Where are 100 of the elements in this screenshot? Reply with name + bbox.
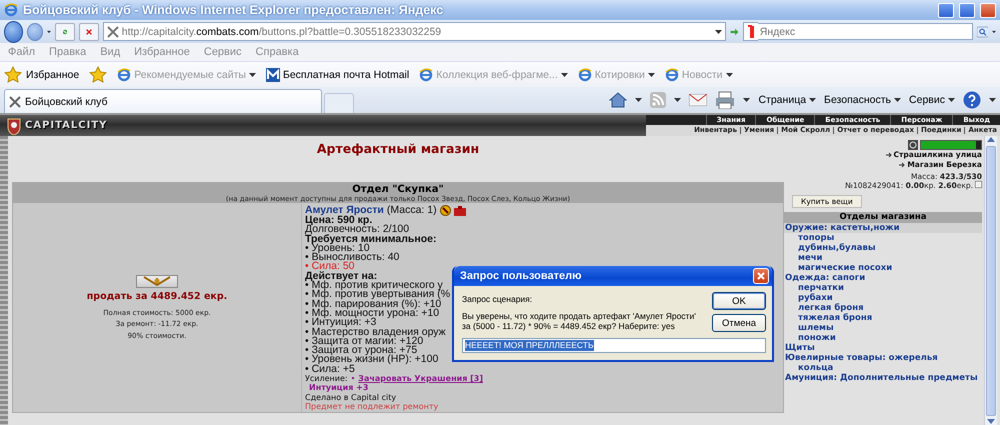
page-icon: [578, 68, 592, 82]
command-menu-button[interactable]: Безопасность: [824, 94, 902, 106]
minimize-button[interactable]: [938, 2, 954, 18]
department-link[interactable]: топоры: [784, 233, 982, 243]
department-link[interactable]: поножи: [784, 333, 982, 343]
browser-tab[interactable]: Бойцовский клуб: [4, 89, 322, 113]
item-property: Действует на:: [305, 272, 378, 282]
favorites-link[interactable]: Бесплатная почта Hotmail: [282, 68, 410, 80]
department-link[interactable]: Оружие: кастеты,ножи: [784, 223, 982, 233]
star-icon[interactable]: [4, 66, 22, 83]
crest-logo-icon: [6, 116, 22, 134]
enhancement-bonus: Интуиция +3: [308, 383, 368, 393]
enhancement-label: Усиление:: [305, 374, 348, 384]
scrollbar[interactable]: [984, 136, 997, 425]
page-title: Артефактный магазин: [316, 141, 480, 158]
sell-price: продать за 4489.452 екр.: [86, 290, 228, 302]
dropdown-caret-icon[interactable]: [46, 30, 51, 34]
item-property: • Уровень: 10: [305, 244, 370, 254]
dropdown-caret-icon[interactable]: [635, 98, 642, 102]
help-icon[interactable]: [963, 91, 981, 109]
scroll-down-icon[interactable]: [987, 419, 995, 425]
item-property: Требуется минимальное:: [305, 234, 436, 244]
department-link[interactable]: дубины,булавы: [784, 243, 982, 253]
arrow-icon: [899, 162, 906, 168]
department-link[interactable]: Амуниция: Дополнительные предметы: [784, 373, 982, 383]
department-link[interactable]: Одежда: сапоги: [784, 273, 982, 283]
crossed-swords-icon: [9, 96, 21, 108]
item-property: • Сила: +5: [305, 364, 355, 374]
departments-header: Отделы магазина: [784, 212, 982, 223]
department-link[interactable]: рубахи: [784, 293, 982, 303]
item-property: • Интуиция: +3: [305, 318, 376, 328]
department-title: Отдел "Скупка": [351, 184, 445, 195]
unmet-requirement: • Сила: 50: [305, 262, 355, 272]
mail-icon[interactable]: [689, 94, 708, 106]
site-logo: CAPITALCITY: [25, 120, 108, 131]
page-icon: [419, 68, 434, 82]
maximize-button[interactable]: [959, 2, 975, 18]
home-icon[interactable]: [609, 92, 628, 108]
maker-note: Сделано в Capital city: [305, 392, 396, 402]
enchant-link[interactable]: Зачаровать Украшения [3]: [358, 374, 483, 384]
dropdown-caret-icon[interactable]: [714, 30, 722, 34]
department-link[interactable]: шлемы: [784, 323, 982, 333]
department-link[interactable]: магические посохи: [784, 263, 982, 273]
page-icon: [664, 68, 679, 82]
dropdown-caret-icon[interactable]: [992, 30, 996, 34]
dialog-button[interactable]: OK: [712, 292, 766, 310]
item-property: • Мф. против увертывания (%: [305, 290, 450, 300]
close-button[interactable]: [980, 2, 996, 18]
input-field[interactable]: НЕЕЕЕТ! МОЯ ПРЕЛЛЛЕЕЕСТЬ: [462, 338, 766, 353]
stop-icon: [86, 26, 92, 36]
item-property: • Мастерство владения оруж: [305, 328, 446, 337]
amulet-icon: [142, 276, 172, 286]
dialog-button[interactable]: Отмена: [712, 314, 766, 332]
department-link[interactable]: Ювелирные товары: ожерелья: [784, 353, 982, 363]
command-menu-button[interactable]: Страница: [758, 94, 816, 106]
dropdown-caret-icon[interactable]: [674, 98, 682, 102]
department-link[interactable]: мечи: [784, 253, 982, 263]
dropdown-caret-icon[interactable]: [989, 98, 996, 102]
address-field[interactable]: http://capitalcity.combats.com/buttons.pl?battle=0.305518233032259: [102, 22, 726, 41]
prompt-message: Вы уверены, что ходите продать артефакт 'Амулет Ярости' за (5000 - 11.72) * 90% = 4489.452 екр? Наберите: yes: [462, 311, 697, 331]
favorites-button[interactable]: Избранное: [4, 66, 80, 83]
mail-icon: [266, 68, 280, 82]
sell-button[interactable]: [136, 274, 178, 288]
close-button[interactable]: [753, 268, 769, 284]
selected-input-text: НЕЕЕЕТ! МОЯ ПРЕЛЛЛЕЕЕСТЬ: [465, 340, 594, 351]
prompt-label: Запрос сценария:: [462, 294, 534, 304]
department-link[interactable]: Щиты: [784, 343, 982, 353]
tab-label: Бойцовский клуб: [25, 96, 108, 108]
chest-icon: [454, 206, 466, 216]
item-property: Цена: 590 кр.: [305, 216, 372, 226]
browser-logo-icon: [4, 3, 18, 17]
stop-button[interactable]: [78, 22, 99, 40]
item-property: • Защита от магии: +120: [305, 336, 424, 346]
back-button[interactable]: [4, 20, 23, 42]
item-property: • Уровень жизни (HP): +100: [305, 355, 438, 365]
item-property: • Защита от урона: +75: [305, 346, 418, 356]
url-text: http://capitalcity.combats.com/buttons.pl?battle=0.305518233032259: [122, 26, 442, 38]
printer-icon[interactable]: [715, 91, 736, 109]
department-link[interactable]: легкая броня: [784, 303, 982, 313]
department-link[interactable]: тяжелая броня: [784, 313, 982, 323]
command-menu-button[interactable]: Сервис: [909, 94, 955, 106]
item-property: • Выносливость: 40: [305, 253, 400, 262]
dropdown-caret-icon[interactable]: [743, 98, 750, 102]
department-link[interactable]: перчатки: [784, 283, 982, 293]
add-favorite-icon[interactable]: [89, 66, 108, 83]
item-name-link[interactable]: Амулет Ярости: [305, 206, 384, 216]
page-icon: [117, 68, 132, 82]
scroll-thumb[interactable]: [986, 146, 996, 416]
close-icon: [757, 272, 765, 280]
item-property: • Мф. парирования (%): +10: [305, 300, 442, 309]
scroll-up-icon[interactable]: [987, 136, 995, 142]
dropdown-caret-icon[interactable]: [948, 98, 955, 102]
item-mass: (Масса: 1): [386, 206, 437, 216]
department-link[interactable]: кольца: [784, 363, 982, 373]
dropdown-caret-icon[interactable]: [894, 98, 902, 102]
bullet-marker: •: [350, 374, 356, 384]
repair-warning: Предмет не подлежит ремонту: [305, 402, 438, 412]
dropdown-caret-icon[interactable]: [809, 98, 816, 102]
item-property: Долговечность: 2/100: [305, 225, 410, 235]
dialog-title: Запрос пользователю: [460, 270, 582, 282]
